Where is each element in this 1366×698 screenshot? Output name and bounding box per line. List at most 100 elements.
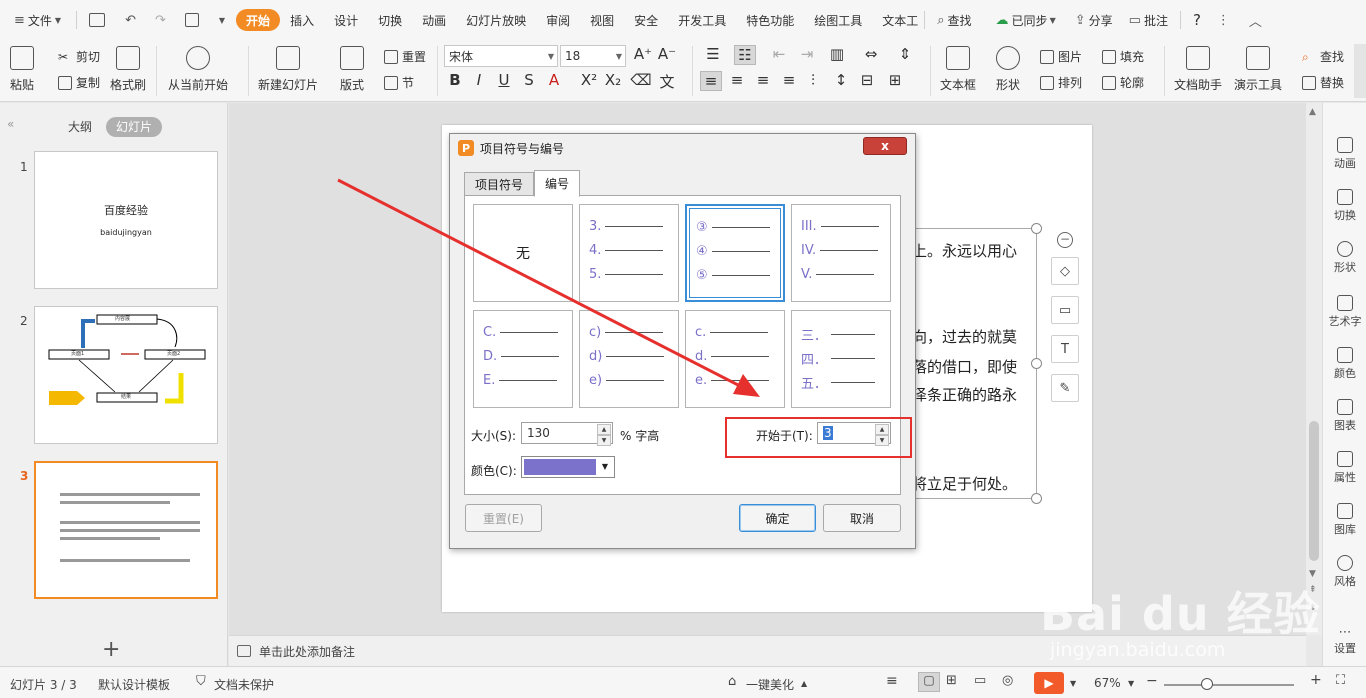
numbering-option-chinese[interactable]: 三． 四． 五． xyxy=(791,310,891,408)
font-name-select[interactable]: 宋体 ▼ xyxy=(444,45,558,67)
justify-icon[interactable]: ≡ xyxy=(778,71,800,89)
presentation-tools-button[interactable]: 演示工具 xyxy=(1234,46,1282,93)
slide-sorter-icon[interactable]: ⊞ xyxy=(946,673,957,688)
tab-developer[interactable]: 开发工具 xyxy=(668,6,736,34)
collapse-panel-icon[interactable]: « xyxy=(7,117,14,131)
size-stepper[interactable]: ▲ ▼ xyxy=(597,424,611,446)
shape-fill-icon[interactable]: ◇ xyxy=(1051,257,1079,285)
zoom-out-icon[interactable]: − xyxy=(1146,673,1158,689)
pen-icon[interactable]: ✎ xyxy=(1051,374,1079,402)
paragraph-spacing-icon[interactable]: ↕ xyxy=(830,71,852,89)
slide-text-line[interactable]: 落的借口，即使 xyxy=(912,356,1017,377)
sidebar-item-chart[interactable]: 图表 xyxy=(1323,399,1366,433)
tab-outline[interactable]: 大纲 xyxy=(58,117,102,137)
shape-outline-icon[interactable]: ▭ xyxy=(1051,296,1079,324)
numbering-option-circled[interactable]: ③ ④ ⑤ xyxy=(685,204,785,302)
slide-text-line[interactable]: 向，过去的就莫 xyxy=(912,326,1017,347)
phonetic-icon[interactable]: 文 xyxy=(656,71,678,92)
bold-icon[interactable]: B xyxy=(444,71,466,89)
shape-button[interactable]: 形状 xyxy=(996,46,1020,93)
underline-icon[interactable]: U xyxy=(493,71,515,89)
undo-icon[interactable]: ↶ xyxy=(117,6,147,34)
shrink-font-icon[interactable]: A⁻ xyxy=(656,45,678,63)
sidebar-item-animation[interactable]: 动画 xyxy=(1323,137,1366,171)
tab-insert[interactable]: 插入 xyxy=(280,6,324,34)
fill-button[interactable]: 填充 xyxy=(1102,48,1144,65)
file-menu[interactable]: ≡ 文件 ▼ xyxy=(6,6,72,34)
zoom-slider-knob[interactable] xyxy=(1201,678,1213,690)
zoom-level[interactable]: 67% xyxy=(1094,676,1121,690)
chevron-down-icon[interactable]: ▼ xyxy=(1128,679,1134,688)
resize-handle[interactable] xyxy=(1031,223,1042,234)
resize-handle[interactable] xyxy=(1031,358,1042,369)
slide-text-line[interactable]: 泽条正确的路永 xyxy=(912,384,1017,405)
format-painter-button[interactable]: 格式刷 xyxy=(110,46,146,93)
size-input[interactable]: 130 ▲ ▼ xyxy=(521,422,613,446)
print-icon[interactable] xyxy=(177,6,211,34)
align-right-icon[interactable]: ≡ xyxy=(752,71,774,89)
line-spacing-icon[interactable]: ⇕ xyxy=(894,45,916,63)
section-button[interactable]: 节 xyxy=(384,74,414,91)
text-direction-icon[interactable]: ⇔ xyxy=(860,45,882,63)
fit-window-icon[interactable]: ⛶ xyxy=(1336,673,1345,688)
font-color-icon[interactable]: A xyxy=(543,71,565,89)
play-from-current-button[interactable]: 从当前开始 xyxy=(168,46,228,93)
decrease-indent-icon[interactable]: ⇤ xyxy=(768,45,790,63)
close-button[interactable]: x xyxy=(863,137,907,155)
dialog-title-bar[interactable]: P 项目符号与编号 x xyxy=(450,134,915,162)
doc-assistant-button[interactable]: 文档助手 xyxy=(1174,46,1222,93)
sync-button[interactable]: ☁ 已同步 ▼ xyxy=(988,6,1067,34)
comment-button[interactable]: ▭ 批注 xyxy=(1121,6,1176,34)
collapse-ribbon-icon[interactable]: ︿ xyxy=(1241,6,1273,34)
vertical-align-icon[interactable]: ⊟ xyxy=(856,71,878,89)
notes-view-icon[interactable]: ◎ xyxy=(1002,673,1013,688)
paste-button[interactable]: 粘贴 xyxy=(10,46,34,93)
replace-button[interactable]: 替换 xyxy=(1302,74,1344,91)
italic-icon[interactable]: I xyxy=(468,71,490,89)
scrollbar-thumb[interactable] xyxy=(1309,421,1319,561)
arrange-button[interactable]: 排列 xyxy=(1040,74,1082,91)
slide-text-line[interactable]: 上。永远以用心 xyxy=(912,240,1017,261)
tab-text-tools[interactable]: 文本工 xyxy=(872,6,920,34)
tab-animation[interactable]: 动画 xyxy=(412,6,456,34)
tab-bullets[interactable]: 项目符号 xyxy=(464,172,535,196)
slide-thumbnail-1[interactable]: 百度经验 baidujingyan xyxy=(34,151,218,289)
ok-button[interactable]: 确定 xyxy=(739,504,816,532)
template-name[interactable]: 默认设计模板 xyxy=(98,676,170,693)
tab-drawing-tools[interactable]: 绘图工具 xyxy=(804,6,872,34)
save-icon[interactable] xyxy=(81,6,117,34)
textbox-button[interactable]: 文本框 xyxy=(940,46,976,93)
more-icon[interactable]: ▼ xyxy=(211,6,236,34)
help-button[interactable]: ? xyxy=(1185,6,1209,34)
numbering-none-option[interactable]: 无 xyxy=(473,204,573,302)
reset-button[interactable]: 重置(E) xyxy=(465,504,542,532)
more-menu-icon[interactable]: ⋮ xyxy=(1209,6,1241,34)
bullet-list-icon[interactable]: ☰ xyxy=(702,45,724,63)
numbering-option-roman-upper[interactable]: III. IV. V. xyxy=(791,204,891,302)
new-slide-button[interactable]: 新建幻灯片 xyxy=(258,46,318,93)
share-button[interactable]: ⇪ 分享 xyxy=(1067,6,1121,34)
align-left-icon[interactable]: ≡ xyxy=(700,71,722,91)
vertical-scrollbar[interactable]: ▲ ▼ ⇞ ⇟ xyxy=(1306,103,1322,635)
resize-handle[interactable] xyxy=(1031,493,1042,504)
numbered-list-icon[interactable]: ☷ xyxy=(734,45,756,65)
redo-icon[interactable]: ↷ xyxy=(147,6,177,34)
search-button[interactable]: ⌕ 查找 xyxy=(929,6,979,34)
numbering-option-letter-paren[interactable]: c) d) e) xyxy=(579,310,679,408)
sidebar-item-transition[interactable]: 切换 xyxy=(1323,189,1366,223)
copy-button[interactable]: 复制 xyxy=(58,74,100,91)
sidebar-item-shape[interactable]: 形状 xyxy=(1323,241,1366,275)
reading-view-icon[interactable]: ▭ xyxy=(974,673,986,688)
protection-status[interactable]: 文档未保护 xyxy=(214,676,274,693)
slide-thumbnail-2[interactable]: 内容展 页面1 页面2 结果 xyxy=(34,306,218,444)
color-select[interactable]: ▼ xyxy=(521,456,615,478)
tab-view[interactable]: 视图 xyxy=(580,6,624,34)
zoom-in-icon[interactable]: + xyxy=(1310,672,1322,688)
tab-design[interactable]: 设计 xyxy=(324,6,368,34)
sidebar-item-style[interactable]: 风格 xyxy=(1323,555,1366,589)
distribute-icon[interactable]: ⫶ xyxy=(802,71,824,89)
scroll-up-icon[interactable]: ▲ xyxy=(1309,107,1316,117)
layout-button[interactable]: 版式 xyxy=(340,46,364,93)
minus-icon[interactable]: − xyxy=(1057,232,1073,248)
numbering-option-letter-lower[interactable]: c. d. e. xyxy=(685,310,785,408)
